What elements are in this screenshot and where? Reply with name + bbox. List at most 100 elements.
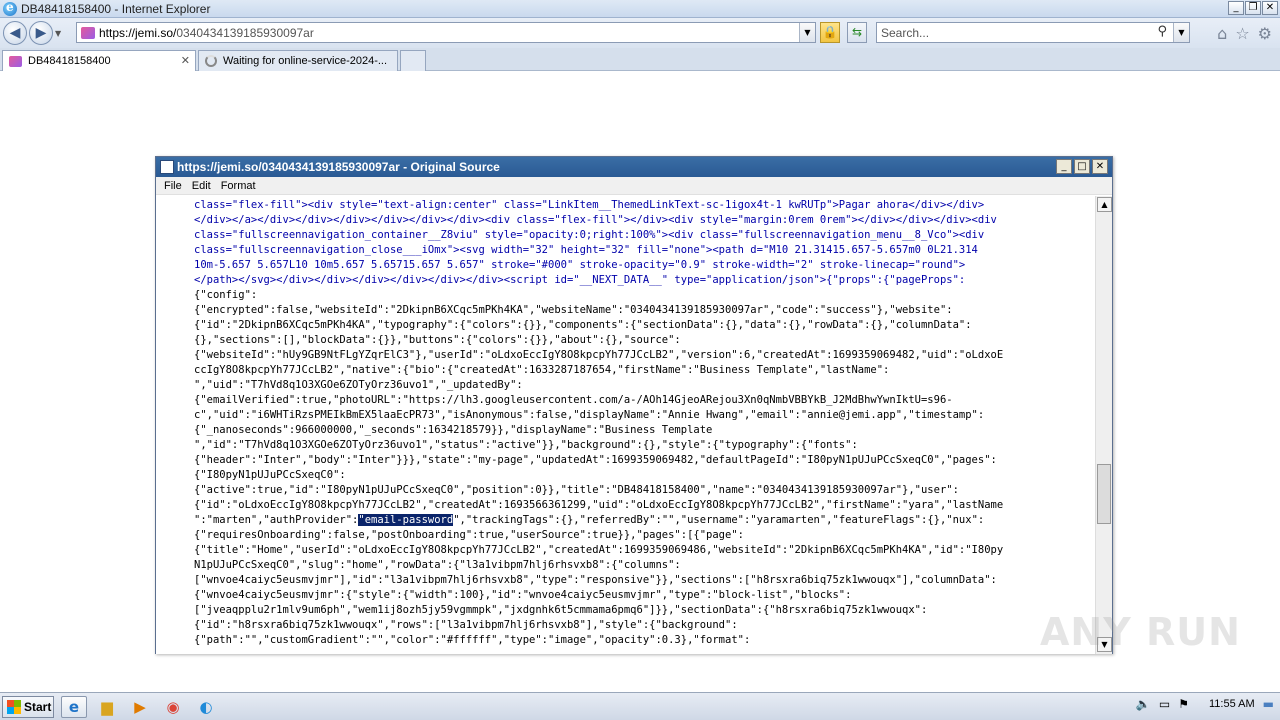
forward-arrow-icon: ▶ xyxy=(35,25,47,41)
taskbar-media-player-icon[interactable]: ▶ xyxy=(127,696,153,718)
taskbar: Start e ▆ ▶ ◉ ◐ 🔈 ▭ ⚑ 11:55 AM ▬ xyxy=(0,692,1280,720)
source-code-area[interactable]: class="flex-fill"><div style="text-align… xyxy=(156,196,1096,654)
address-url[interactable]: https://jemi.so/0340434139185930097ar xyxy=(99,26,314,40)
taskbar-chrome-icon[interactable]: ◉ xyxy=(160,696,186,718)
source-line: {"path":"","customGradient":"","color":"… xyxy=(194,634,751,646)
source-line: class="fullscreennavigation_container__Z… xyxy=(194,229,985,241)
minimize-button[interactable]: _ xyxy=(1228,1,1244,15)
source-line: c","uid":"i6WHTiRzsPMEIkBmEX5laaEcPR73",… xyxy=(194,409,985,421)
search-dropdown-icon[interactable]: ▼ xyxy=(1173,23,1189,42)
action-center-flag-icon[interactable]: ⚑ xyxy=(1178,697,1189,711)
source-line: {"encrypted":false,"websiteId":"2DkipnB6… xyxy=(194,304,953,316)
tab-loading[interactable]: Waiting for online-service-2024-... xyxy=(198,50,398,71)
taskbar-edge-icon[interactable]: ◐ xyxy=(193,696,219,718)
start-button[interactable]: Start xyxy=(2,695,54,718)
restore-button[interactable]: ❐ xyxy=(1245,1,1261,15)
selected-text-highlight[interactable]: "email-password xyxy=(358,514,454,526)
source-window-title-bar[interactable]: https://jemi.so/0340434139185930097ar - … xyxy=(156,157,1112,177)
menu-edit[interactable]: Edit xyxy=(192,180,211,192)
tab-close-icon[interactable]: ✕ xyxy=(181,54,190,67)
search-icon[interactable]: ⚲ xyxy=(1157,24,1167,39)
source-line: {"requiresOnboarding":false,"postOnboard… xyxy=(194,529,744,541)
menu-file[interactable]: File xyxy=(164,180,182,192)
source-line: {"id":"2DkipnB6XCqc5mPKh4KA","typography… xyxy=(194,319,972,331)
source-line: class="fullscreennavigation_close___iOmx… xyxy=(194,244,978,256)
ie-title-bar: DB48418158400 - Internet Explorer _ ❐ ✕ xyxy=(0,0,1280,18)
source-minimize-button[interactable]: _ xyxy=(1056,159,1072,174)
search-input[interactable] xyxy=(881,23,1151,42)
source-line: </div></a></div></div></div></div></div>… xyxy=(194,214,997,226)
windows-logo-icon xyxy=(7,699,21,714)
site-favicon-icon xyxy=(81,26,95,39)
taskbar-explorer-folder-icon[interactable]: ▆ xyxy=(94,696,120,718)
source-gutter xyxy=(156,196,190,654)
toolbar-icons: ⌂ ☆ ⚙ xyxy=(1217,24,1272,43)
tab-strip: DB48418158400 ✕ Waiting for online-servi… xyxy=(0,48,1280,71)
back-arrow-icon: ◀ xyxy=(9,25,21,41)
source-line: class="flex-fill"><div style="text-align… xyxy=(194,199,985,211)
source-line: {"emailVerified":true,"photoURL":"https:… xyxy=(194,394,953,406)
source-line: {"websiteId":"hUy9GB9NtFLgYZqrElC3"},"us… xyxy=(194,349,1004,361)
tools-gear-icon[interactable]: ⚙ xyxy=(1258,24,1272,43)
source-close-button[interactable]: ✕ xyxy=(1092,159,1108,174)
window-title: DB48418158400 - Internet Explorer xyxy=(21,1,211,16)
source-menu-bar: File Edit Format xyxy=(156,177,1112,195)
new-tab-button[interactable] xyxy=(400,50,426,71)
forward-button[interactable]: ▶ xyxy=(29,21,53,45)
source-line: </path></svg></div></div></div></div></d… xyxy=(194,274,966,286)
source-line: ["jveaqpplu2r1mlv9um6ph","wem1ij8ozh5jy5… xyxy=(194,604,928,616)
security-lock-button[interactable]: 🔒 xyxy=(820,22,840,43)
tab-active[interactable]: DB48418158400 ✕ xyxy=(2,50,196,71)
source-window-title: https://jemi.so/0340434139185930097ar - … xyxy=(177,160,500,174)
scroll-up-icon[interactable]: ▲ xyxy=(1097,197,1112,212)
history-dropdown-icon[interactable]: ▼ xyxy=(55,29,65,38)
network-icon[interactable]: ▭ xyxy=(1159,697,1170,711)
tab-label: DB48418158400 xyxy=(28,55,111,67)
volume-icon[interactable]: 🔈 xyxy=(1136,697,1151,711)
source-line: ":"marten","authProvider":"email-passwor… xyxy=(194,514,985,526)
navigation-bar: ◀ ▶ ▼ https://jemi.so/034043413918593009… xyxy=(0,18,1280,48)
view-source-window: https://jemi.so/0340434139185930097ar - … xyxy=(155,156,1113,654)
source-line: {"_nanoseconds":966000000,"_seconds":163… xyxy=(194,424,713,436)
source-line: {"wnvoe4caiyc5eusmvjmr":{"style":{"width… xyxy=(194,589,852,601)
menu-format[interactable]: Format xyxy=(221,180,256,192)
refresh-button[interactable]: ⇆ xyxy=(847,22,867,43)
source-file-icon xyxy=(160,160,174,174)
tab-favicon-icon xyxy=(9,55,22,67)
address-bar[interactable]: https://jemi.so/0340434139185930097ar ▼ xyxy=(76,22,816,43)
window-controls: _ ❐ ✕ xyxy=(1228,1,1278,15)
system-tray: 🔈 ▭ ⚑ 11:55 AM ▬ xyxy=(1136,697,1274,711)
taskbar-clock[interactable]: 11:55 AM xyxy=(1209,698,1255,710)
back-button[interactable]: ◀ xyxy=(3,21,27,45)
source-line: {"header":"Inter","body":"Inter"}}},"sta… xyxy=(194,454,997,466)
source-line: N1pUJuPCcSxeqC0","slug":"home","rowData"… xyxy=(194,559,681,571)
source-line: {"active":true,"id":"I80pyN1pUJuPCcSxeqC… xyxy=(194,484,959,496)
show-desktop-icon[interactable]: ▬ xyxy=(1263,697,1274,711)
start-label: Start xyxy=(24,699,52,714)
close-button[interactable]: ✕ xyxy=(1262,1,1278,15)
source-line: {"id":"oLdxoEccIgY8O8kpcpYh77JCcLB2","cr… xyxy=(194,499,1004,511)
source-line: ","uid":"T7hVd8q1O3XGOe6ZOTyOrz36uvo1","… xyxy=(194,379,523,391)
source-line: ","id":"T7hVd8q1O3XGOe6ZOTyOrz36uvo1","s… xyxy=(194,439,858,451)
ie-logo-icon xyxy=(3,0,17,16)
source-line: ["wnvoe4caiyc5eusmvjmr"],"id":"l3a1vibpm… xyxy=(194,574,997,586)
source-line: {"config": xyxy=(194,289,258,301)
address-dropdown-icon[interactable]: ▼ xyxy=(799,23,815,42)
scroll-thumb[interactable] xyxy=(1097,464,1111,524)
source-line: ccIgY8O8kpcpYh77JCcLB2","native":{"bio":… xyxy=(194,364,890,376)
source-line: {},"sections":[],"blockData":{}},"button… xyxy=(194,334,681,346)
search-box[interactable]: ⚲ ▼ xyxy=(876,22,1190,43)
taskbar-ie-icon[interactable]: e xyxy=(61,695,87,718)
vertical-scrollbar[interactable]: ▲ ▼ xyxy=(1095,196,1112,654)
home-icon[interactable]: ⌂ xyxy=(1217,24,1227,43)
anyrun-watermark: ANY RUN xyxy=(1040,610,1241,654)
source-line: {"id":"h8rsxra6biq75zk1wwouqx","rows":["… xyxy=(194,619,738,631)
source-line: {"title":"Home","userId":"oLdxoEccIgY8O8… xyxy=(194,544,1004,556)
tab-label: Waiting for online-service-2024-... xyxy=(223,55,388,67)
source-code-text[interactable]: class="flex-fill"><div style="text-align… xyxy=(194,198,1094,648)
favorites-star-icon[interactable]: ☆ xyxy=(1235,24,1249,43)
source-maximize-button[interactable]: □ xyxy=(1074,159,1090,174)
source-window-controls: _ □ ✕ xyxy=(1056,159,1108,174)
source-line: 10m-5.657 5.657L10 10m5.657 5.65715.657 … xyxy=(194,259,966,271)
source-line: {"I80pyN1pUJuPCcSxeqC0": xyxy=(194,469,346,481)
